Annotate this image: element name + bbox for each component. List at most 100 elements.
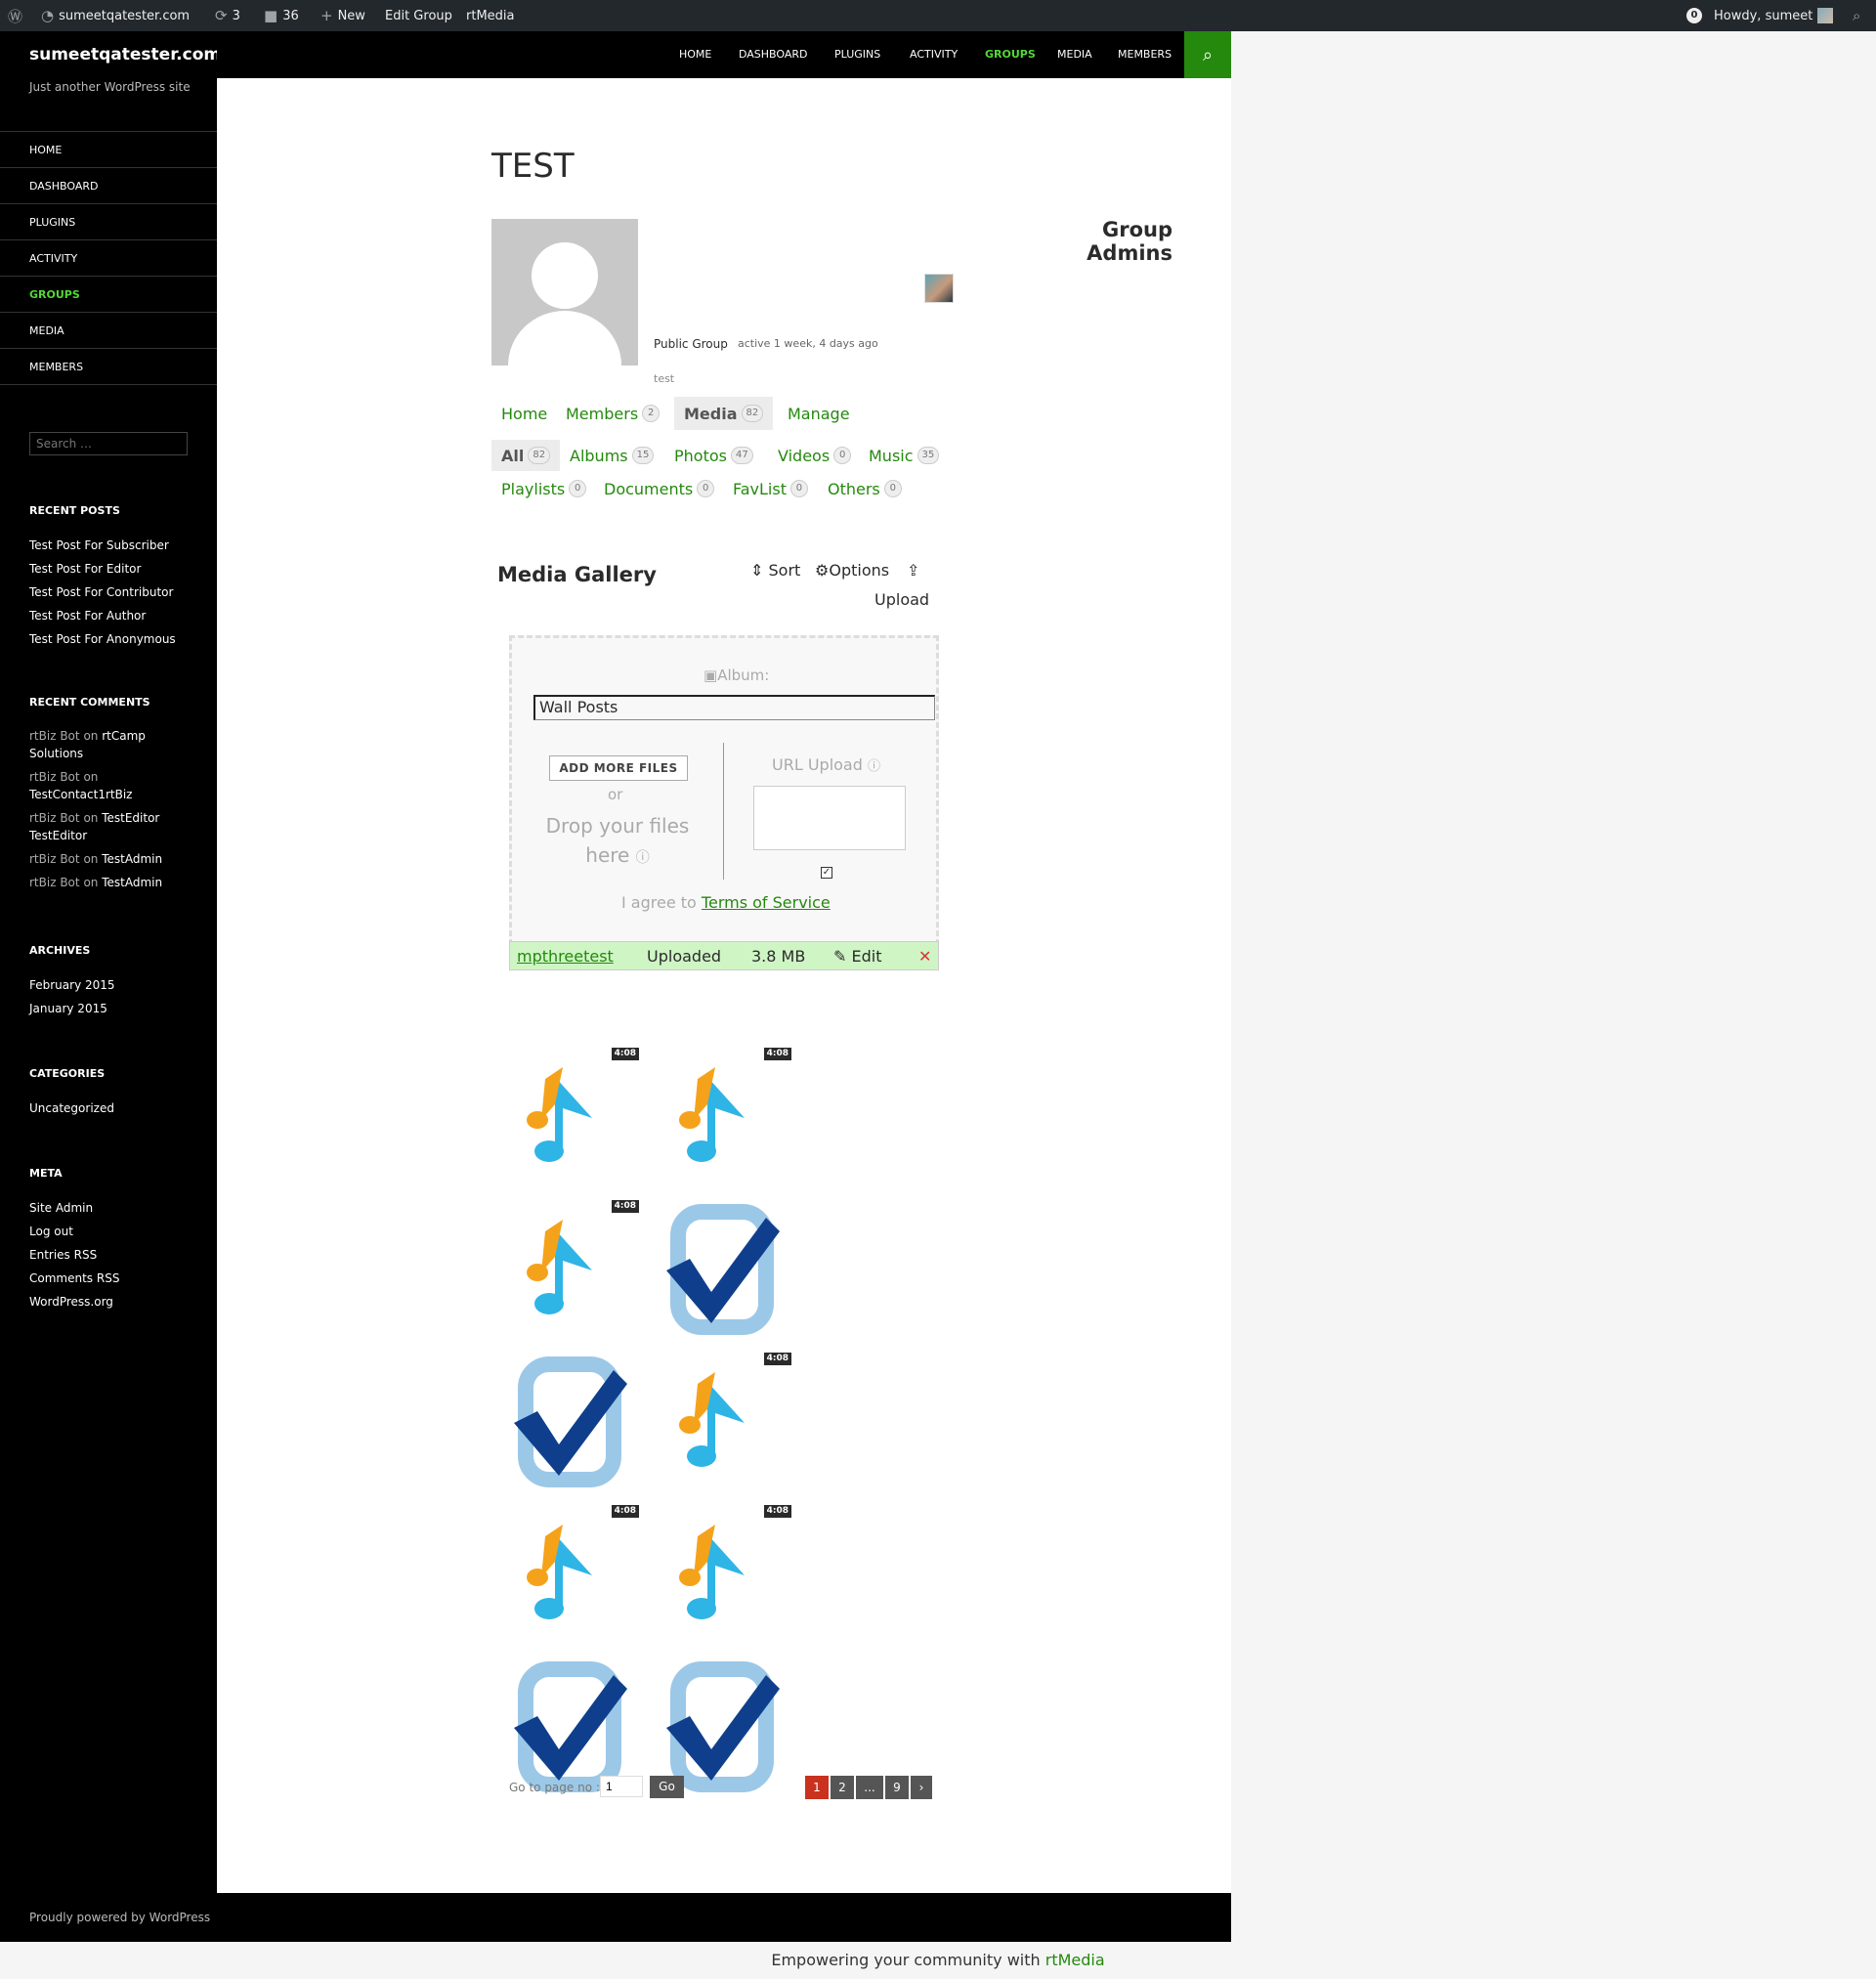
sidebar-nav-activity[interactable]: ACTIVITY (0, 240, 217, 277)
url-upload-input[interactable] (753, 786, 906, 850)
duration-badge: 4:08 (763, 1353, 791, 1365)
comment-author[interactable]: rtBiz Bot (29, 729, 80, 743)
comment-author[interactable]: rtBiz Bot (29, 770, 80, 784)
comment-post-link[interactable]: TestContact1rtBiz (29, 788, 132, 801)
next-page-button[interactable]: › (911, 1776, 932, 1799)
uploaded-file-link[interactable]: mpthreetest (517, 947, 614, 966)
media-item[interactable] (498, 1351, 641, 1493)
media-tab-videos[interactable]: Videos 0 (768, 440, 861, 471)
page-link-1[interactable]: 1 (805, 1776, 829, 1799)
meta-link[interactable]: Comments RSS (29, 1267, 205, 1290)
media-item[interactable]: 4:08 (651, 1351, 793, 1493)
remove-upload-icon[interactable]: ✕ (918, 947, 931, 966)
media-tab-documents[interactable]: Documents 0 (594, 473, 724, 504)
comments-link[interactable]: ■ 36 (264, 0, 299, 31)
info-icon[interactable]: ⓘ (868, 759, 880, 774)
comment-author[interactable]: rtBiz Bot (29, 852, 80, 866)
admin-avatar[interactable] (924, 274, 954, 303)
nav-home[interactable]: HOME (679, 31, 711, 78)
recent-post-link[interactable]: Test Post For Editor (29, 557, 205, 581)
media-item[interactable]: 4:08 (498, 1198, 641, 1341)
media-tab-others[interactable]: Others 0 (818, 473, 912, 504)
new-content-link[interactable]: + New (320, 0, 365, 31)
media-tab-photos[interactable]: Photos 47 (664, 440, 763, 471)
rtmedia-link[interactable]: rtMedia (1045, 1951, 1105, 1969)
group-avatar[interactable] (491, 219, 638, 366)
sidebar-search-input[interactable] (29, 432, 188, 455)
page-link-2[interactable]: 2 (831, 1776, 854, 1799)
media-tab-albums[interactable]: Albums 15 (560, 440, 663, 471)
sort-button[interactable]: ⇕ Sort (750, 561, 800, 580)
sidebar-nav-media[interactable]: MEDIA (0, 313, 217, 349)
group-tab-members[interactable]: Members 2 (556, 397, 669, 430)
notifications-link[interactable]: 0 (1686, 0, 1702, 31)
group-tab-media[interactable]: Media 82 (674, 397, 774, 430)
site-title[interactable]: sumeetqatester.com (29, 45, 221, 65)
page-link-9[interactable]: 9 (885, 1776, 909, 1799)
nav-activity[interactable]: ACTIVITY (910, 31, 958, 78)
media-tab-all[interactable]: All 82 (491, 440, 561, 471)
media-item[interactable]: 4:08 (498, 1503, 641, 1646)
upload-icon[interactable]: ⇪ (907, 561, 919, 580)
comment-post-link[interactable]: TestAdmin (102, 852, 162, 866)
options-button[interactable]: ⚙Options (815, 561, 889, 580)
sidebar-nav-dashboard[interactable]: DASHBOARD (0, 168, 217, 204)
tab-count: 0 (789, 480, 808, 497)
nav-dashboard[interactable]: DASHBOARD (739, 31, 808, 78)
my-account-link[interactable]: Howdy, sumeet (1714, 0, 1834, 31)
upload-button[interactable]: Upload (874, 590, 929, 609)
comment-author[interactable]: rtBiz Bot (29, 811, 80, 825)
meta-link[interactable]: Entries RSS (29, 1243, 205, 1267)
comment-author[interactable]: rtBiz Bot (29, 876, 80, 889)
media-tab-playlists[interactable]: Playlists 0 (491, 473, 596, 504)
group-tab-manage[interactable]: Manage (778, 397, 860, 430)
meta-link[interactable]: Site Admin (29, 1196, 205, 1220)
site-name-link[interactable]: ◔ sumeetqatester.com (41, 0, 190, 31)
media-item[interactable]: 4:08 (651, 1046, 793, 1188)
tab-label: Documents (604, 479, 694, 498)
group-tab-home[interactable]: Home (491, 397, 557, 430)
terms-of-service-link[interactable]: Terms of Service (702, 893, 831, 912)
album-select[interactable]: Wall Posts (533, 695, 935, 720)
sidebar-nav-members[interactable]: MEMBERS (0, 349, 217, 385)
goto-page-input[interactable] (600, 1776, 643, 1797)
nav-members[interactable]: MEMBERS (1118, 31, 1172, 78)
media-tab-favlist[interactable]: FavList 0 (723, 473, 818, 504)
updates-link[interactable]: ⟳ 3 (215, 0, 240, 31)
url-upload-label: URL Upload ⓘ (772, 755, 880, 774)
nav-plugins[interactable]: PLUGINS (834, 31, 880, 78)
go-button[interactable]: Go (650, 1776, 684, 1798)
media-item[interactable]: 4:08 (498, 1046, 641, 1188)
powered-by-link[interactable]: Proudly powered by WordPress (29, 1911, 210, 1924)
edit-upload-button[interactable]: ✎ Edit (833, 947, 881, 966)
comment-post-link[interactable]: TestAdmin (102, 876, 162, 889)
rtmedia-admin-link[interactable]: rtMedia (466, 0, 515, 31)
sidebar-nav-home[interactable]: HOME (0, 132, 217, 168)
wordpress-logo-icon[interactable]: Ⓦ (8, 0, 22, 31)
rtmedia-label: rtMedia (466, 8, 515, 23)
nav-media[interactable]: MEDIA (1057, 31, 1092, 78)
category-link[interactable]: Uncategorized (29, 1097, 205, 1120)
media-item[interactable]: 4:08 (651, 1503, 793, 1646)
tab-label: Manage (788, 404, 850, 423)
add-more-files-button[interactable]: ADD MORE FILES (549, 755, 688, 781)
nav-groups[interactable]: GROUPS (985, 31, 1036, 78)
sidebar-nav-groups[interactable]: GROUPS (0, 277, 217, 313)
header-search-icon[interactable]: ⌕ (1184, 31, 1231, 78)
media-tab-music[interactable]: Music 35 (859, 440, 949, 471)
recent-post-link[interactable]: Test Post For Contributor (29, 581, 205, 604)
edit-group-link[interactable]: Edit Group (385, 0, 452, 31)
recent-post-link[interactable]: Test Post For Anonymous (29, 627, 205, 651)
media-item[interactable] (651, 1198, 793, 1341)
terms-checkbox[interactable]: ✓ (821, 867, 832, 879)
sidebar-nav-plugins[interactable]: PLUGINS (0, 204, 217, 240)
meta-link[interactable]: WordPress.org (29, 1290, 205, 1313)
meta-link[interactable]: Log out (29, 1220, 205, 1243)
archive-link[interactable]: January 2015 (29, 997, 205, 1020)
admin-search-icon[interactable]: ⌕ (1853, 0, 1860, 31)
recent-post-link[interactable]: Test Post For Subscriber (29, 534, 205, 557)
info-icon[interactable]: ⓘ (636, 850, 650, 866)
archive-link[interactable]: February 2015 (29, 973, 205, 997)
meta-list: Site Admin Log out Entries RSS Comments … (29, 1196, 205, 1313)
recent-post-link[interactable]: Test Post For Author (29, 604, 205, 627)
